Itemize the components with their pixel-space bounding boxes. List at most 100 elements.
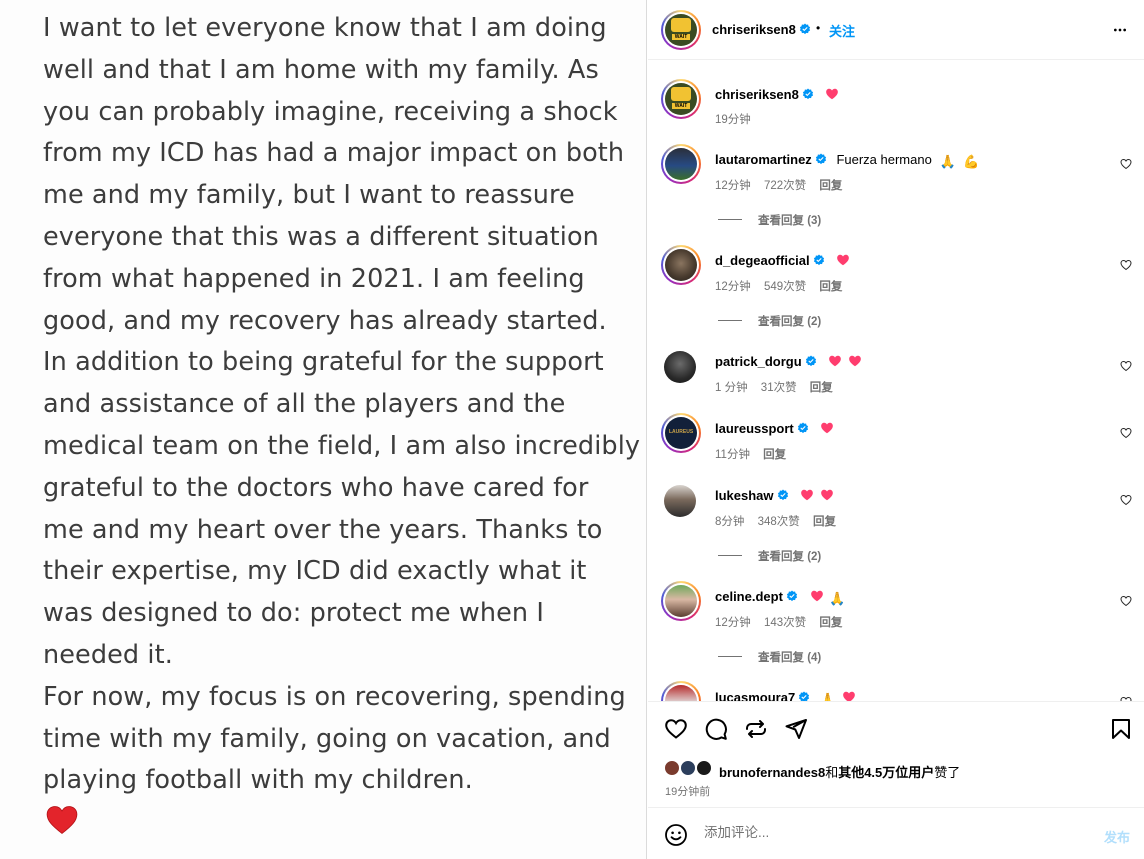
comment-username-label[interactable]: patrick_dorgu (715, 354, 802, 369)
heart-emoji-icon (826, 88, 839, 100)
heart-emoji-icon (801, 489, 813, 501)
view-replies-label[interactable]: 查看回复 (2) (758, 551, 821, 563)
comment-username[interactable]: d_degeaofficial (715, 253, 850, 268)
view-replies-button[interactable]: 查看回复 (2) (718, 313, 821, 329)
comment-username[interactable]: patrick_dorgu (715, 354, 862, 369)
like-icon[interactable] (664, 717, 688, 741)
like-comment-icon[interactable] (1120, 360, 1132, 372)
liked-by-connector: 和 (825, 765, 839, 780)
avatar[interactable] (665, 148, 697, 180)
reply-button[interactable]: 回复 (819, 180, 842, 192)
avatar[interactable]: WAIT (665, 14, 697, 46)
image-text-line: I want to let everyone know that I am do… (43, 13, 607, 43)
view-replies-button[interactable]: 查看回复 (3) (718, 212, 821, 228)
verified-badge-icon (815, 153, 826, 165)
image-text-line: For now, my focus is on recovering, spen… (43, 681, 626, 712)
reply-button[interactable]: 回复 (810, 382, 833, 394)
view-replies-label[interactable]: 查看回复 (2) (758, 316, 821, 328)
comments-list[interactable]: WAIT chriseriksen8 19分钟 lautaromartinez … (648, 61, 1144, 702)
comment-likes[interactable]: 722次赞 (764, 180, 806, 192)
image-text-line: well and that I am home with my family. … (43, 54, 599, 85)
view-replies-button[interactable]: 查看回复 (2) (718, 548, 821, 564)
comment-username-label[interactable]: laureussport (715, 421, 794, 436)
reply-button[interactable]: 回复 (819, 281, 842, 293)
like-comment-icon[interactable] (1120, 494, 1132, 506)
reply-button[interactable]: 回复 (819, 617, 842, 629)
post-comment-button[interactable]: 发布 (1104, 827, 1130, 846)
verified-badge-icon (799, 691, 810, 701)
comment-likes[interactable]: 31次赞 (761, 382, 797, 394)
avatar[interactable] (664, 351, 696, 383)
comment-username[interactable]: laureussport (715, 421, 834, 436)
comment-likes[interactable]: 348次赞 (758, 516, 800, 528)
more-horizontal-icon[interactable] (1111, 22, 1129, 38)
liked-by-others-count[interactable]: 其他4.5万位用户 (838, 765, 934, 780)
post-header: WAIT chriseriksen8 • 关注 (648, 0, 1144, 60)
reply-button[interactable]: 回复 (813, 516, 836, 528)
caption-time: 19分钟 (715, 114, 751, 126)
comment-username[interactable]: celine.dept 🙏 (715, 589, 845, 607)
liked-by-username[interactable]: brunofernandes8 (719, 765, 825, 780)
comment-likes[interactable]: 143次赞 (764, 617, 806, 629)
comment-time: 1 分钟 (715, 382, 748, 394)
caption-meta: 19分钟 (715, 111, 761, 127)
avatar[interactable]: LAUREUS (665, 417, 697, 449)
view-replies-label[interactable]: 查看回复 (4) (758, 652, 821, 664)
comment-likes[interactable]: 549次赞 (764, 281, 806, 293)
header-username[interactable]: chriseriksen8 (712, 22, 811, 37)
caption-username-label[interactable]: chriseriksen8 (715, 87, 799, 102)
image-text-line: playing football with my children. (43, 765, 473, 796)
emoji-picker-icon[interactable] (664, 823, 688, 847)
verified-badge-icon (802, 88, 813, 100)
image-text-line: everyone that this was a different situa… (43, 221, 599, 252)
comment-meta: 1 分钟 31次赞 回复 (715, 379, 843, 395)
likes-summary[interactable]: brunofernandes8和其他4.5万位用户赞了 (719, 762, 960, 781)
verified-badge-icon (797, 422, 808, 434)
avatar[interactable] (664, 485, 696, 517)
header-username-label[interactable]: chriseriksen8 (712, 22, 796, 37)
reply-button[interactable]: 回复 (763, 449, 786, 461)
image-text-line: me and my family, but I want to reassure (43, 180, 575, 211)
like-comment-icon[interactable] (1120, 696, 1132, 702)
liker-avatar[interactable] (695, 759, 713, 777)
comment-meta: 12分钟 722次赞 回复 (715, 177, 852, 193)
avatar[interactable] (665, 585, 697, 617)
comment-username-label[interactable]: lucasmoura7 (715, 690, 795, 701)
view-replies-button[interactable]: 查看回复 (4) (718, 649, 821, 665)
comment-username-label[interactable]: lautaromartinez (715, 152, 812, 167)
like-comment-icon[interactable] (1120, 595, 1132, 607)
image-text-line: you can probably imagine, receiving a sh… (43, 96, 618, 127)
comment-username-label[interactable]: d_degeaofficial (715, 253, 810, 268)
image-text-line: medical team on the field, I am also inc… (43, 430, 641, 461)
comment-composer: 发布 (648, 809, 1144, 859)
comment-username-label[interactable]: lukeshaw (715, 488, 774, 503)
image-text-line: needed it. (43, 639, 173, 670)
like-comment-icon[interactable] (1120, 259, 1132, 271)
comment-username[interactable]: lucasmoura7 🙏 (715, 690, 856, 702)
image-text-line: was designed to do: protect me when I (43, 598, 544, 629)
repost-icon[interactable] (744, 717, 768, 741)
avatar[interactable] (665, 249, 697, 281)
avatar[interactable]: WAIT (665, 83, 697, 115)
share-icon[interactable] (784, 717, 808, 741)
image-text-line: from my ICD has had a major impact on bo… (43, 138, 625, 169)
comment-meta: 12分钟 143次赞 回复 (715, 614, 852, 630)
comment-username-label[interactable]: celine.dept (715, 589, 783, 604)
comment-icon[interactable] (704, 717, 728, 741)
comment-username[interactable]: lukeshaw (715, 488, 834, 503)
post-timestamp[interactable]: 19分钟前 (665, 783, 710, 799)
follow-button[interactable]: 关注 (829, 21, 855, 40)
heart-emoji-icon (810, 590, 823, 602)
header-separator: • (816, 21, 821, 35)
pray-emoji-icon: 🙏 (819, 692, 837, 702)
post-image[interactable]: I want to let everyone know that I am do… (0, 0, 647, 859)
comment-username[interactable]: chriseriksen8 (715, 87, 839, 102)
image-text-line: In addition to being grateful for the su… (43, 347, 604, 378)
view-replies-label[interactable]: 查看回复 (3) (758, 215, 821, 227)
comment-time: 8分钟 (715, 516, 745, 528)
like-comment-icon[interactable] (1120, 158, 1132, 170)
bookmark-icon[interactable] (1109, 717, 1133, 741)
comment-input[interactable] (704, 825, 1064, 840)
like-comment-icon[interactable] (1120, 427, 1132, 439)
comment-username[interactable]: lautaromartinez Fuerza hermano 🙏 💪 (715, 152, 979, 170)
